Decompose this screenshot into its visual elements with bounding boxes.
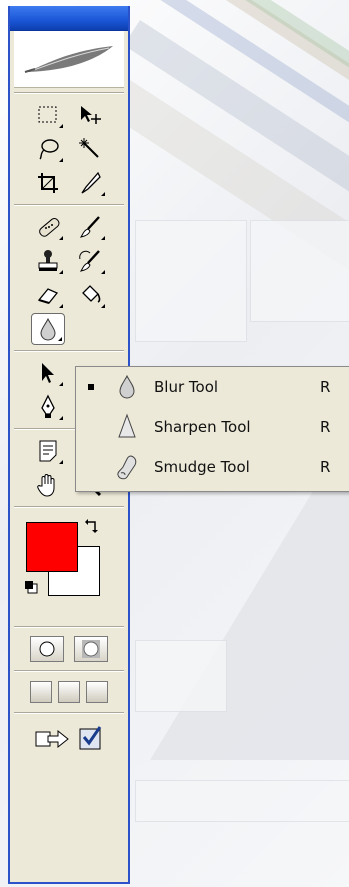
flyout-item-blur[interactable]: Blur Tool R [76,369,349,405]
move-tool-icon[interactable] [73,99,107,131]
healing-brush-tool-icon[interactable] [31,211,65,243]
palette-title-bar[interactable] [10,6,128,31]
flyout-item-smudge[interactable]: Smudge Tool R [76,449,349,485]
flyout-item-shortcut: R [320,378,331,396]
history-brush-tool-icon[interactable] [73,245,107,277]
full-screen-menu-mode-button[interactable] [58,681,80,703]
jump-to-imageready-icon[interactable] [34,722,74,755]
default-colors-icon[interactable] [24,580,38,597]
flyout-item-label: Sharpen Tool [154,418,251,436]
flyout-item-label: Blur Tool [154,378,219,396]
crop-tool-icon[interactable] [31,167,65,199]
paint-bucket-tool-icon[interactable] [73,279,107,311]
quick-mask-mode-button[interactable] [74,636,108,662]
standard-screen-mode-button[interactable] [30,681,52,703]
imageready-check-icon[interactable] [78,723,104,754]
selected-bullet-icon [88,384,94,390]
blur-tool-icon[interactable] [31,313,65,345]
lasso-tool-icon[interactable] [31,133,65,165]
foreground-color-swatch[interactable] [26,522,78,572]
rectangular-marquee-tool-icon[interactable] [31,99,65,131]
slice-tool-icon[interactable] [73,167,107,199]
flyout-item-shortcut: R [320,418,331,436]
flyout-item-shortcut: R [320,458,331,476]
feather-logo[interactable] [14,31,124,88]
pen-tool-icon[interactable] [31,391,65,423]
flyout-item-label: Smudge Tool [154,458,250,476]
text-tool-icon[interactable] [73,313,107,345]
magic-wand-tool-icon[interactable] [73,133,107,165]
clone-stamp-tool-icon[interactable] [31,245,65,277]
swap-colors-icon[interactable] [84,518,100,537]
eraser-tool-icon[interactable] [31,279,65,311]
standard-mode-button[interactable] [30,636,64,662]
path-selection-tool-icon[interactable] [31,357,65,389]
hand-tool-icon[interactable] [31,469,65,501]
flyout-item-sharpen[interactable]: Sharpen Tool R [76,409,349,445]
full-screen-mode-button[interactable] [86,681,108,703]
color-swatches [10,512,128,622]
blur-drop-icon [110,373,144,401]
notes-tool-icon[interactable] [31,435,65,467]
sharpen-cone-icon [110,413,144,441]
blur-tool-flyout-menu: Blur Tool R Sharpen Tool R Smudge Tool R [75,366,349,492]
brush-tool-icon[interactable] [73,211,107,243]
smudge-finger-icon [110,453,144,481]
